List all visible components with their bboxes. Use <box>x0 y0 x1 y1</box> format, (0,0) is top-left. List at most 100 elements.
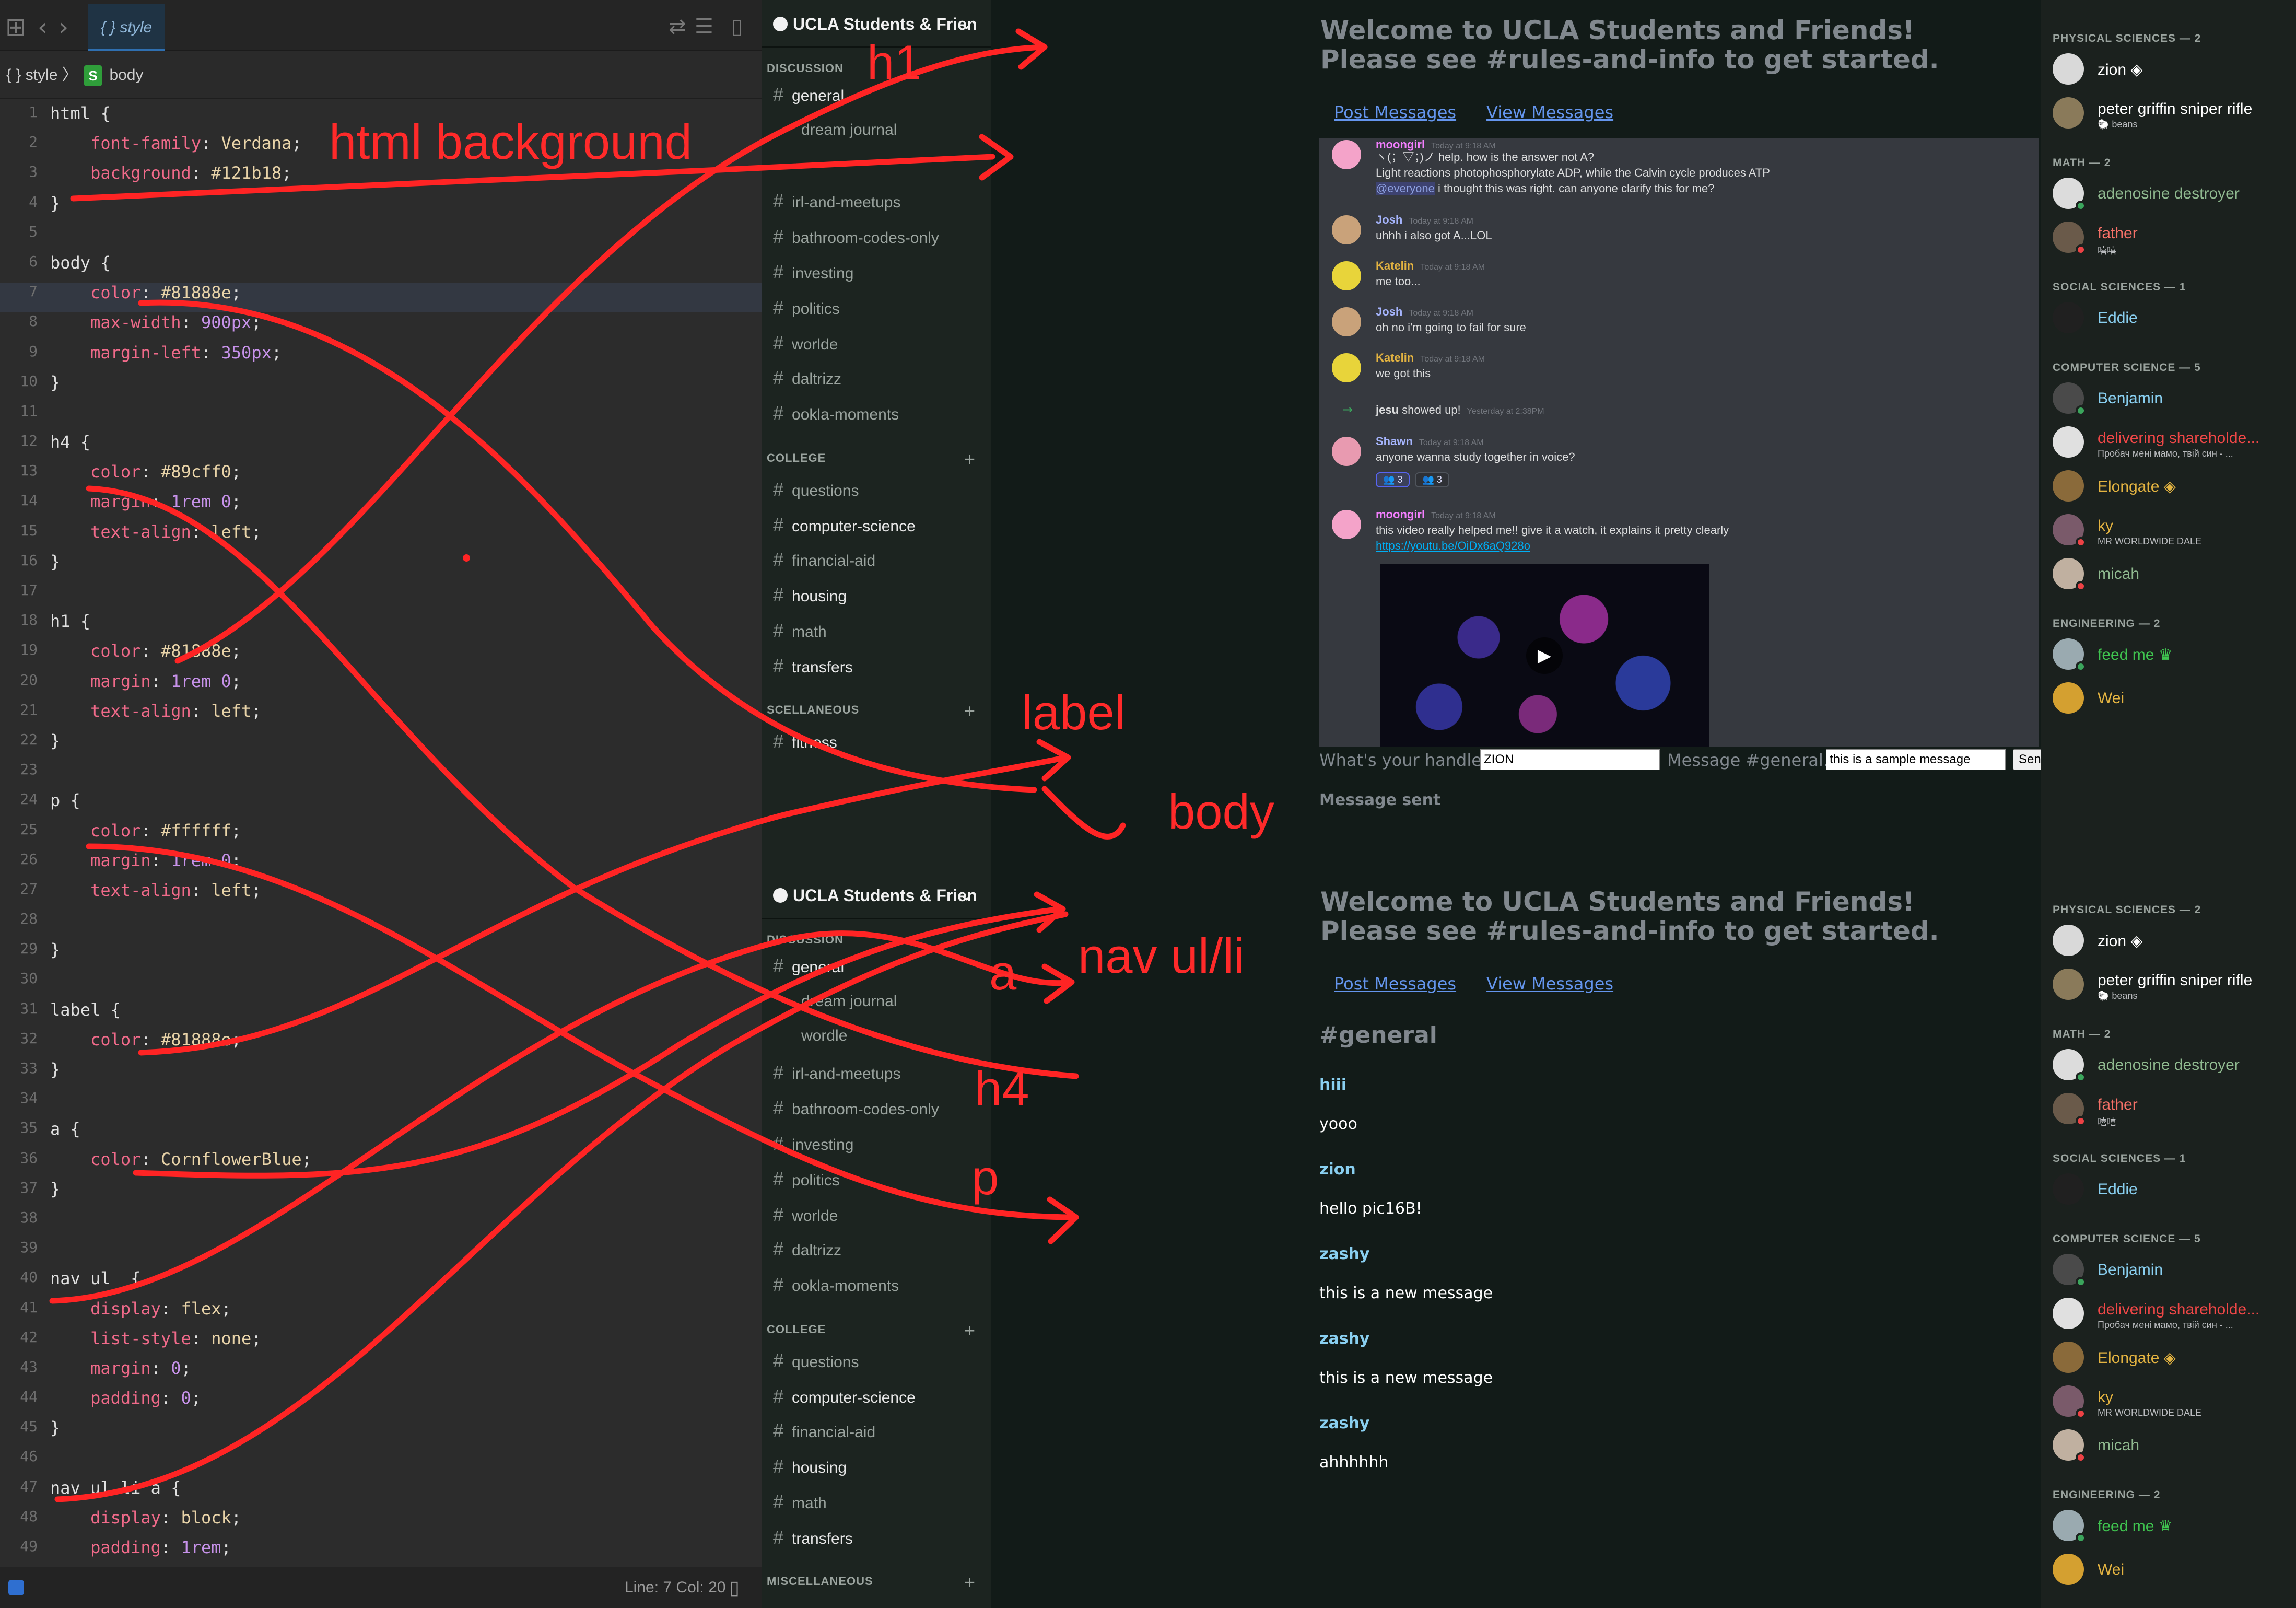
channel-math[interactable]: # math <box>773 620 827 642</box>
add-channel-icon[interactable]: + <box>964 1571 976 1593</box>
channel-politics[interactable]: # politics <box>773 1168 840 1190</box>
code-text[interactable]: } <box>50 940 60 960</box>
avatar[interactable] <box>2053 53 2084 85</box>
add-channel-icon[interactable]: + <box>964 700 976 722</box>
channel-irl-and-meetups[interactable]: # irl-and-meetups <box>773 1062 900 1083</box>
avatar[interactable] <box>2053 969 2084 1000</box>
code-line[interactable]: 9 margin-left: 350px; <box>0 343 762 372</box>
thread-dream-journal[interactable]: dream journal <box>801 121 897 139</box>
member-name[interactable]: ky <box>2098 1389 2113 1406</box>
message-author[interactable]: Katelin Today at 9:18 AM <box>1376 259 1485 273</box>
code-line[interactable]: 10} <box>0 372 762 402</box>
code-line[interactable]: 11 <box>0 402 762 432</box>
code-text[interactable]: text-align: left; <box>50 522 262 542</box>
code-line[interactable]: 43 margin: 0; <box>0 1358 762 1388</box>
code-text[interactable]: list-style: none; <box>50 1329 262 1348</box>
mention[interactable]: @everyone <box>1376 182 1435 195</box>
member-item[interactable]: ky MR WORLDWIDE DALE <box>2053 514 2293 551</box>
code-lines[interactable]: 1 html {2 font-family: Verdana; 3 backgrou… <box>0 103 762 1567</box>
add-channel-icon[interactable]: + <box>964 448 976 470</box>
code-line[interactable]: 47 nav ul li a { <box>0 1478 762 1508</box>
back-arrow-icon[interactable]: ‹ <box>38 13 48 42</box>
code-text[interactable]: nav ul li a { <box>50 1478 181 1498</box>
split-icon[interactable]: ▯ <box>731 15 743 39</box>
member-name[interactable]: feed me ♛ <box>2098 646 2173 664</box>
code-text[interactable]: } <box>50 372 60 392</box>
post-messages-link[interactable]: Post Messages <box>1334 102 1456 122</box>
code-line[interactable]: 26 margin: 1rem 0; <box>0 850 762 880</box>
member-name[interactable]: zion ◈ <box>2098 932 2142 950</box>
code-line[interactable]: 34 <box>0 1089 762 1119</box>
member-name[interactable]: Eddie <box>2098 1181 2138 1198</box>
channel-ookla-moments[interactable]: # ookla-moments <box>773 402 899 424</box>
code-text[interactable]: margin: 1rem 0; <box>50 850 241 870</box>
code-line[interactable]: 29} <box>0 940 762 970</box>
code-text[interactable]: } <box>50 552 60 572</box>
server-header[interactable]: UCLA Students & Frien ⌄ <box>762 871 991 919</box>
channel-daltrizz[interactable]: # daltrizz <box>773 1238 841 1260</box>
member-item[interactable]: delivering shareholde... Пробач мені мамо… <box>2053 426 2293 463</box>
code-line[interactable]: 32 color: #81888e; <box>0 1030 762 1059</box>
code-text[interactable]: h4 { <box>50 432 90 452</box>
avatar[interactable] <box>1332 261 1361 290</box>
join-user[interactable]: jesu <box>1376 403 1399 416</box>
view-messages-link[interactable]: View Messages <box>1486 102 1613 122</box>
code-line[interactable]: 13 color: #89cff0; <box>0 462 762 492</box>
avatar[interactable] <box>1332 437 1361 466</box>
member-item[interactable]: peter griffin sniper rifle 🐑 beans <box>2053 97 2293 134</box>
member-name[interactable]: father <box>2098 1096 2138 1114</box>
member-name[interactable]: Elongate ◈ <box>2098 1349 2176 1367</box>
code-text[interactable]: } <box>50 1418 60 1438</box>
thread-dream-journal[interactable]: dream journal <box>801 993 897 1010</box>
code-line[interactable]: 46 <box>0 1448 762 1477</box>
code-line[interactable]: 5 <box>0 223 762 253</box>
channel-general[interactable]: # general <box>773 84 844 106</box>
member-name[interactable]: micah <box>2098 565 2139 583</box>
code-line[interactable]: 45} <box>0 1418 762 1448</box>
message-author[interactable]: moongirl Today at 9:18 AM <box>1376 508 1496 521</box>
channel-investing[interactable]: # investing <box>773 261 853 283</box>
channel-housing[interactable]: # housing <box>773 1455 847 1477</box>
member-name[interactable]: micah <box>2098 1437 2139 1454</box>
code-line[interactable]: 4} <box>0 193 762 223</box>
chevron-down-icon[interactable]: ⌄ <box>960 871 973 919</box>
code-line[interactable]: 33} <box>0 1059 762 1089</box>
avatar[interactable] <box>2053 1342 2084 1373</box>
channel-worlde[interactable]: # worlde <box>773 332 838 354</box>
handle-input[interactable] <box>1480 749 1660 770</box>
message-author[interactable]: Katelin Today at 9:18 AM <box>1376 351 1485 365</box>
code-text[interactable]: background: #121b18; <box>50 163 291 183</box>
code-line[interactable]: 48 display: block; <box>0 1508 762 1537</box>
member-item[interactable]: Elongate ◈ <box>2053 470 2293 507</box>
avatar[interactable] <box>1332 140 1361 169</box>
sidebar-toggle-icon[interactable]: ▯ <box>729 1567 740 1608</box>
code-line[interactable]: 15 text-align: left; <box>0 522 762 552</box>
code-line[interactable]: 23 <box>0 761 762 790</box>
code-line[interactable]: 37} <box>0 1179 762 1209</box>
breadcrumb-leaf[interactable]: body <box>109 66 143 84</box>
code-text[interactable]: h1 { <box>50 611 90 631</box>
channel-financial-aid[interactable]: # financial-aid <box>773 549 875 570</box>
code-line[interactable]: 18 h1 { <box>0 611 762 641</box>
channel-bathroom-codes-only[interactable]: # bathroom-codes-only <box>773 1097 939 1119</box>
code-text[interactable]: color: CornflowerBlue; <box>50 1149 312 1169</box>
channel-housing[interactable]: # housing <box>773 584 847 606</box>
member-name[interactable]: father <box>2098 225 2138 242</box>
reaction[interactable]: 👥 3 <box>1415 472 1449 487</box>
code-text[interactable]: label { <box>50 1000 121 1020</box>
channel-investing[interactable]: # investing <box>773 1133 853 1155</box>
member-name[interactable]: adenosine destroyer <box>2098 1056 2240 1074</box>
code-line[interactable]: 41 display: flex; <box>0 1299 762 1329</box>
chevron-down-icon[interactable]: ⌄ <box>960 0 973 48</box>
thread-wordle[interactable]: wordle <box>801 1027 847 1045</box>
member-item[interactable]: Benjamin <box>2053 382 2293 419</box>
member-item[interactable]: delivering shareholde... Пробач мені мамо… <box>2053 1298 2293 1334</box>
channel-computer-science[interactable]: # computer-science <box>773 1385 916 1407</box>
member-item[interactable]: Elongate ◈ <box>2053 1342 2293 1378</box>
avatar[interactable] <box>2053 925 2084 956</box>
member-item[interactable]: father 嘻嘻 <box>2053 1093 2293 1129</box>
member-item[interactable]: micah <box>2053 1429 2293 1466</box>
code-line[interactable]: 7 color: #81888e; <box>0 283 762 313</box>
member-item[interactable]: Benjamin <box>2053 1254 2293 1290</box>
channel-general[interactable]: # general <box>773 955 844 977</box>
